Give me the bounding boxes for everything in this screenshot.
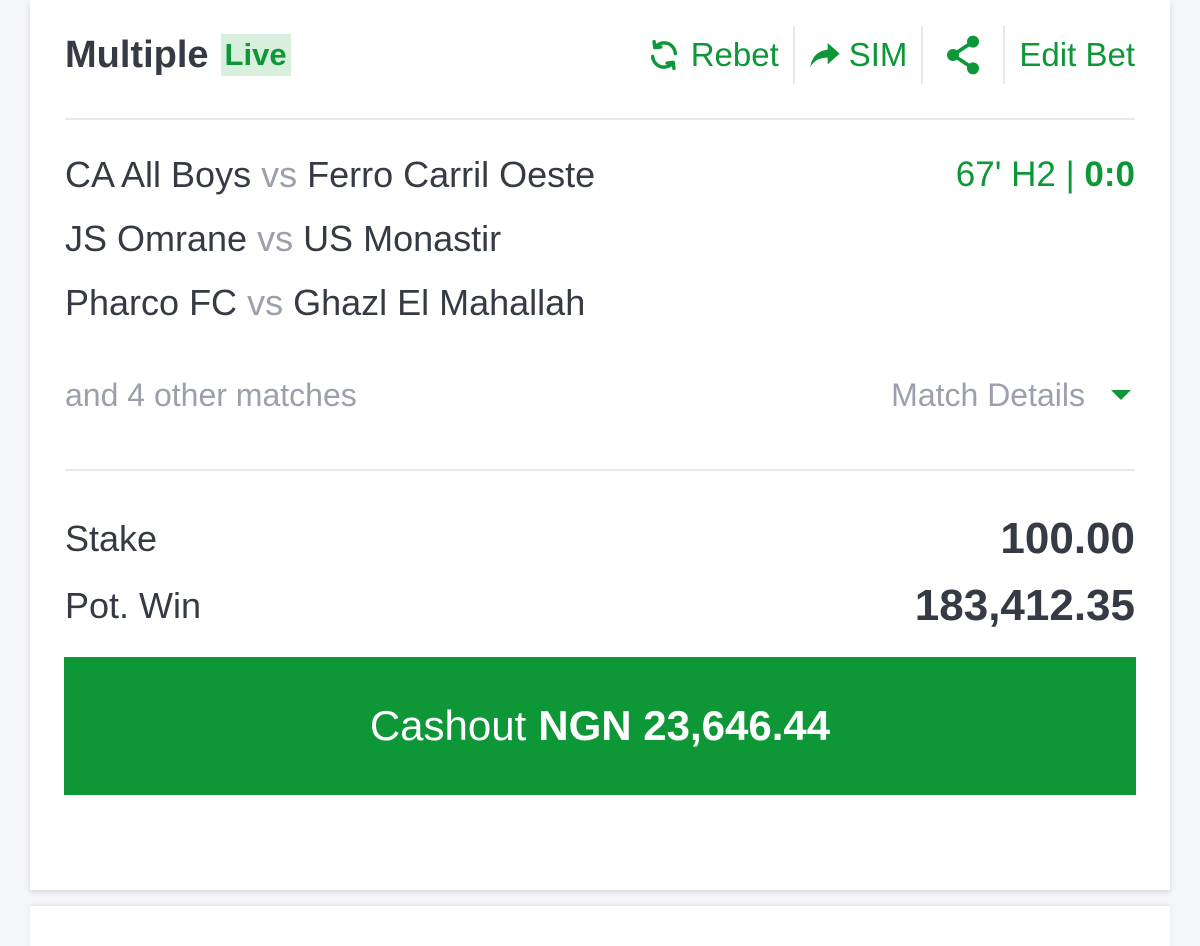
other-matches-text: and 4 other matches <box>65 376 357 413</box>
section-divider <box>65 469 1135 471</box>
sim-button[interactable]: SIM <box>809 25 908 85</box>
away-team: US Monastir <box>303 218 502 259</box>
home-team: JS Omrane <box>65 218 248 259</box>
match-details-label: Match Details <box>891 376 1085 413</box>
share-icon <box>943 33 983 77</box>
rebet-label: Rebet <box>690 36 779 73</box>
match-details-toggle[interactable]: Match Details <box>891 377 1135 414</box>
share-button[interactable] <box>937 25 989 85</box>
rebet-button[interactable]: Rebet <box>647 25 779 85</box>
cashout-label: Cashout <box>369 702 527 749</box>
home-team: CA All Boys <box>65 154 252 195</box>
potential-win-row: Pot. Win 183,412.35 <box>65 578 1135 634</box>
bet-actions: Rebet SIM Edit Bet <box>647 25 1135 85</box>
stake-value: 100.00 <box>1000 514 1135 563</box>
edit-bet-label: Edit Bet <box>1019 36 1135 73</box>
bet-header: Multiple Live Rebet SIM Edit Bet <box>65 20 1135 90</box>
next-bet-card <box>30 906 1170 946</box>
bet-type-title: Multiple <box>65 33 209 76</box>
cashout-amount: NGN 23,646.44 <box>538 702 831 749</box>
live-badge: Live <box>220 34 291 76</box>
match-live-status: 67' H2 | 0:0 <box>956 155 1135 195</box>
sim-label: SIM <box>848 36 908 73</box>
vs-label: vs <box>257 218 294 259</box>
vs-label: vs <box>247 282 284 323</box>
divider <box>921 26 924 84</box>
divider <box>1003 26 1006 84</box>
match-row: CA All Boys vs Ferro Carril Oeste 67' H2… <box>65 150 1135 200</box>
edit-bet-button[interactable]: Edit Bet <box>1019 25 1135 85</box>
refresh-icon <box>647 38 681 72</box>
away-team: Ghazl El Mahallah <box>293 282 586 323</box>
other-matches-row: and 4 other matches Match Details <box>65 372 1135 418</box>
match-time: 67' H2 | <box>955 155 1075 194</box>
header-divider <box>65 118 1135 120</box>
vs-label: vs <box>261 154 298 195</box>
cashout-button[interactable]: Cashout NGN 23,646.44 <box>64 657 1136 795</box>
stake-label: Stake <box>65 518 158 559</box>
home-team: Pharco FC <box>65 282 238 323</box>
potential-win-label: Pot. Win <box>65 585 202 626</box>
match-row: Pharco FC vs Ghazl El Mahallah <box>65 278 1135 328</box>
caret-down-icon <box>1111 390 1131 400</box>
away-team: Ferro Carril Oeste <box>307 154 596 195</box>
match-row: JS Omrane vs US Monastir <box>65 214 1135 264</box>
forward-arrow-icon <box>809 40 841 70</box>
divider <box>792 26 795 84</box>
stake-row: Stake 100.00 <box>65 511 1135 567</box>
match-score: 0:0 <box>1084 155 1135 194</box>
potential-win-value: 183,412.35 <box>914 581 1135 630</box>
bet-card: Multiple Live Rebet SIM Edit Bet CA All … <box>30 0 1170 890</box>
